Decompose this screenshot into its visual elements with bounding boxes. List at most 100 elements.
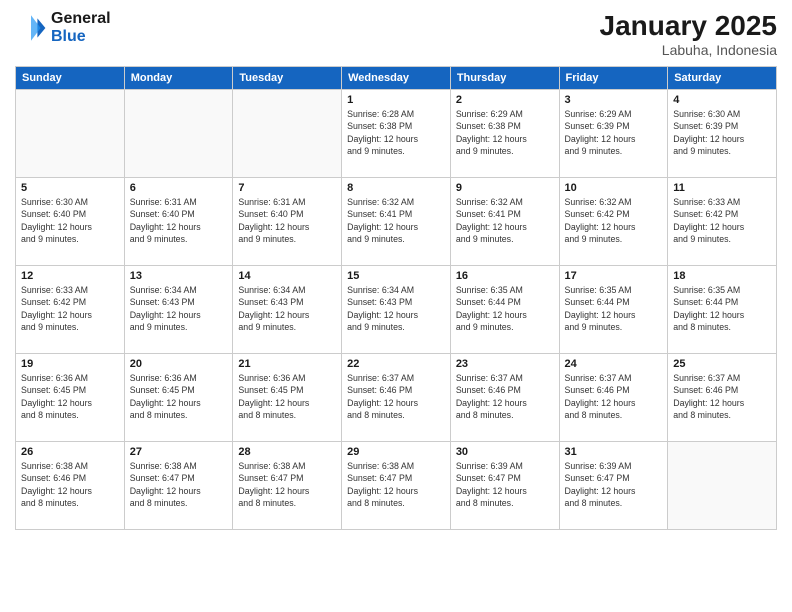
header: General Blue January 2025 Labuha, Indone… (15, 10, 777, 58)
calendar-cell: 8Sunrise: 6:32 AMSunset: 6:41 PMDaylight… (342, 178, 451, 266)
day-number: 28 (238, 446, 336, 458)
day-info: Sunrise: 6:33 AMSunset: 6:42 PMDaylight:… (673, 196, 771, 245)
calendar-cell: 27 Sunrise: 6:38 AMSunset: 6:47 PMDayligh… (124, 442, 233, 530)
calendar-cell: 26 Sunrise: 6:38 AMSunset: 6:46 PMDayligh… (16, 442, 125, 530)
day-header-monday: Monday (124, 67, 233, 90)
day-info: Sunrise: 6:28 AMSunset: 6:38 PMDaylight:… (347, 108, 445, 157)
calendar-cell: 21Sunrise: 6:36 AMSunset: 6:45 PMDayligh… (233, 354, 342, 442)
day-number: 15 (347, 270, 445, 282)
day-info: Sunrise: 6:38 AMSunset: 6:47 PMDaylight:… (130, 460, 228, 509)
calendar-week-row: 1 Sunrise: 6:28 AMSunset: 6:38 PMDaylight… (16, 90, 777, 178)
day-number: 30 (456, 446, 554, 458)
logo-text: General Blue (51, 10, 111, 46)
day-info: Sunrise: 6:34 AMSunset: 6:43 PMDaylight:… (347, 284, 445, 333)
day-header-friday: Friday (559, 67, 668, 90)
calendar-cell (124, 90, 233, 178)
day-number: 27 (130, 446, 228, 458)
calendar-cell: 17 Sunrise: 6:35 AMSunset: 6:44 PMDayligh… (559, 266, 668, 354)
day-number: 22 (347, 358, 445, 370)
day-number: 16 (456, 270, 554, 282)
day-info: Sunrise: 6:30 AMSunset: 6:39 PMDaylight:… (673, 108, 771, 157)
calendar-cell: 22 Sunrise: 6:37 AMSunset: 6:46 PMDayligh… (342, 354, 451, 442)
day-info: Sunrise: 6:37 AMSunset: 6:46 PMDaylight:… (565, 372, 663, 421)
calendar-cell: 28 Sunrise: 6:38 AMSunset: 6:47 PMDayligh… (233, 442, 342, 530)
day-info: Sunrise: 6:29 AMSunset: 6:38 PMDaylight:… (456, 108, 554, 157)
day-info: Sunrise: 6:32 AMSunset: 6:41 PMDaylight:… (456, 196, 554, 245)
day-header-tuesday: Tuesday (233, 67, 342, 90)
day-info: Sunrise: 6:35 AMSunset: 6:44 PMDaylight:… (673, 284, 771, 333)
day-info: Sunrise: 6:31 AMSunset: 6:40 PMDaylight:… (238, 196, 336, 245)
calendar-cell: 29 Sunrise: 6:38 AMSunset: 6:47 PMDayligh… (342, 442, 451, 530)
day-info: Sunrise: 6:33 AMSunset: 6:42 PMDaylight:… (21, 284, 119, 333)
day-info: Sunrise: 6:38 AMSunset: 6:46 PMDaylight:… (21, 460, 119, 509)
calendar-cell: 12 Sunrise: 6:33 AMSunset: 6:42 PMDayligh… (16, 266, 125, 354)
day-info: Sunrise: 6:34 AMSunset: 6:43 PMDaylight:… (238, 284, 336, 333)
day-number: 26 (21, 446, 119, 458)
calendar-week-row: 26 Sunrise: 6:38 AMSunset: 6:46 PMDayligh… (16, 442, 777, 530)
day-info: Sunrise: 6:36 AMSunset: 6:45 PMDaylight:… (21, 372, 119, 421)
calendar: SundayMondayTuesdayWednesdayThursdayFrid… (15, 66, 777, 530)
day-info: Sunrise: 6:37 AMSunset: 6:46 PMDaylight:… (456, 372, 554, 421)
day-info: Sunrise: 6:29 AMSunset: 6:39 PMDaylight:… (565, 108, 663, 157)
day-number: 11 (673, 182, 771, 194)
calendar-cell: 2Sunrise: 6:29 AMSunset: 6:38 PMDaylight… (450, 90, 559, 178)
calendar-cell: 11 Sunrise: 6:33 AMSunset: 6:42 PMDayligh… (668, 178, 777, 266)
day-number: 7 (238, 182, 336, 194)
month-title: January 2025 (600, 10, 777, 42)
day-info: Sunrise: 6:31 AMSunset: 6:40 PMDaylight:… (130, 196, 228, 245)
day-number: 1 (347, 94, 445, 106)
location: Labuha, Indonesia (600, 42, 777, 58)
day-number: 4 (673, 94, 771, 106)
day-number: 20 (130, 358, 228, 370)
day-info: Sunrise: 6:36 AMSunset: 6:45 PMDaylight:… (238, 372, 336, 421)
day-info: Sunrise: 6:38 AMSunset: 6:47 PMDaylight:… (347, 460, 445, 509)
day-number: 13 (130, 270, 228, 282)
day-number: 9 (456, 182, 554, 194)
day-number: 31 (565, 446, 663, 458)
day-number: 17 (565, 270, 663, 282)
calendar-cell: 25Sunrise: 6:37 AMSunset: 6:46 PMDayligh… (668, 354, 777, 442)
day-number: 8 (347, 182, 445, 194)
calendar-cell: 20Sunrise: 6:36 AMSunset: 6:45 PMDayligh… (124, 354, 233, 442)
day-header-thursday: Thursday (450, 67, 559, 90)
day-number: 6 (130, 182, 228, 194)
calendar-cell: 31 Sunrise: 6:39 AMSunset: 6:47 PMDayligh… (559, 442, 668, 530)
calendar-cell: 24Sunrise: 6:37 AMSunset: 6:46 PMDayligh… (559, 354, 668, 442)
calendar-cell (233, 90, 342, 178)
day-info: Sunrise: 6:34 AMSunset: 6:43 PMDaylight:… (130, 284, 228, 333)
day-number: 10 (565, 182, 663, 194)
calendar-cell: 9 Sunrise: 6:32 AMSunset: 6:41 PMDaylight… (450, 178, 559, 266)
day-info: Sunrise: 6:30 AMSunset: 6:40 PMDaylight:… (21, 196, 119, 245)
day-info: Sunrise: 6:38 AMSunset: 6:47 PMDaylight:… (238, 460, 336, 509)
calendar-header-row: SundayMondayTuesdayWednesdayThursdayFrid… (16, 67, 777, 90)
calendar-cell: 14Sunrise: 6:34 AMSunset: 6:43 PMDayligh… (233, 266, 342, 354)
day-number: 29 (347, 446, 445, 458)
day-info: Sunrise: 6:37 AMSunset: 6:46 PMDaylight:… (347, 372, 445, 421)
day-number: 3 (565, 94, 663, 106)
day-info: Sunrise: 6:35 AMSunset: 6:44 PMDaylight:… (565, 284, 663, 333)
day-info: Sunrise: 6:39 AMSunset: 6:47 PMDaylight:… (565, 460, 663, 509)
day-header-sunday: Sunday (16, 67, 125, 90)
calendar-week-row: 5 Sunrise: 6:30 AMSunset: 6:40 PMDaylight… (16, 178, 777, 266)
calendar-cell: 1 Sunrise: 6:28 AMSunset: 6:38 PMDaylight… (342, 90, 451, 178)
day-info: Sunrise: 6:39 AMSunset: 6:47 PMDaylight:… (456, 460, 554, 509)
calendar-cell (16, 90, 125, 178)
title-section: January 2025 Labuha, Indonesia (600, 10, 777, 58)
day-info: Sunrise: 6:37 AMSunset: 6:46 PMDaylight:… (673, 372, 771, 421)
calendar-cell: 18 Sunrise: 6:35 AMSunset: 6:44 PMDayligh… (668, 266, 777, 354)
calendar-cell: 6 Sunrise: 6:31 AMSunset: 6:40 PMDaylight… (124, 178, 233, 266)
calendar-cell: 30 Sunrise: 6:39 AMSunset: 6:47 PMDayligh… (450, 442, 559, 530)
calendar-cell: 19 Sunrise: 6:36 AMSunset: 6:45 PMDayligh… (16, 354, 125, 442)
day-number: 19 (21, 358, 119, 370)
calendar-cell: 4 Sunrise: 6:30 AMSunset: 6:39 PMDaylight… (668, 90, 777, 178)
calendar-cell: 13 Sunrise: 6:34 AMSunset: 6:43 PMDayligh… (124, 266, 233, 354)
day-header-saturday: Saturday (668, 67, 777, 90)
calendar-cell: 5 Sunrise: 6:30 AMSunset: 6:40 PMDaylight… (16, 178, 125, 266)
day-number: 23 (456, 358, 554, 370)
day-number: 18 (673, 270, 771, 282)
day-number: 5 (21, 182, 119, 194)
calendar-week-row: 12 Sunrise: 6:33 AMSunset: 6:42 PMDayligh… (16, 266, 777, 354)
calendar-cell: 10Sunrise: 6:32 AMSunset: 6:42 PMDayligh… (559, 178, 668, 266)
day-number: 12 (21, 270, 119, 282)
calendar-cell: 3 Sunrise: 6:29 AMSunset: 6:39 PMDaylight… (559, 90, 668, 178)
